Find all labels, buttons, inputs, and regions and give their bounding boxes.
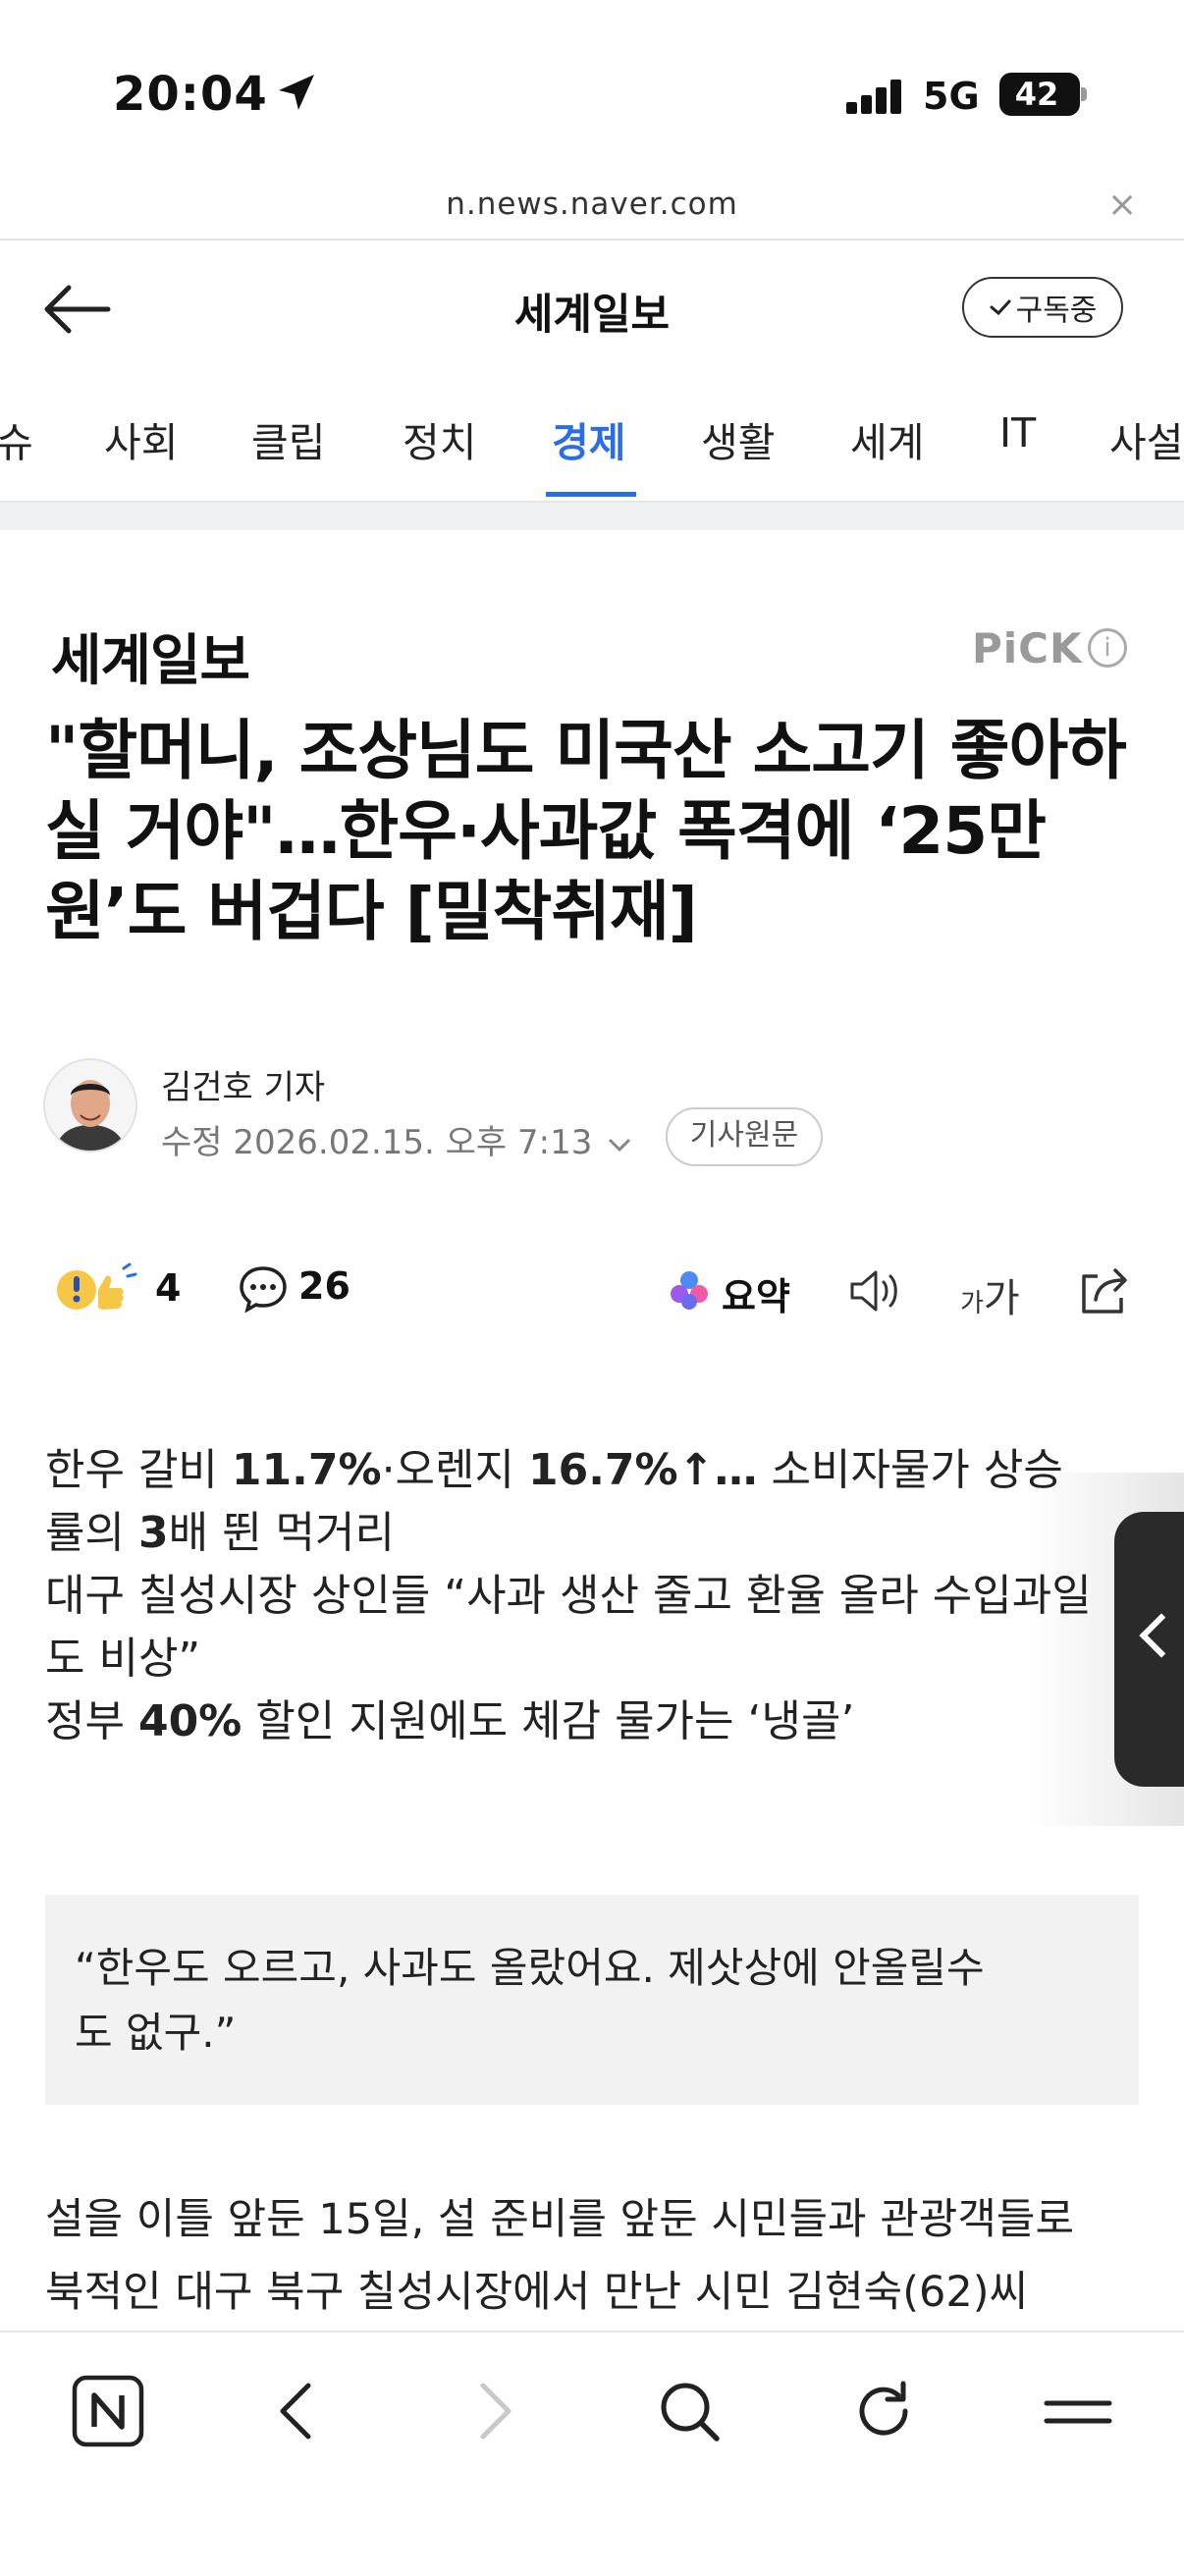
naver-home-icon[interactable] xyxy=(69,2372,147,2450)
original-article-button[interactable]: 기사원문 xyxy=(666,1107,823,1166)
tab-economy[interactable]: 경제 xyxy=(552,409,625,468)
reporter-avatar[interactable] xyxy=(43,1058,137,1153)
category-tabs: 슈 사회 클립 정치 경제 생활 세계 IT 사설 xyxy=(0,368,1184,506)
comment-count: 26 xyxy=(298,1264,350,1308)
chevron-down-icon xyxy=(609,1138,631,1153)
back-icon[interactable] xyxy=(259,2372,338,2450)
tab-it[interactable]: IT xyxy=(999,409,1036,456)
body-line: 설을 이틀 앞둔 15일, 설 준비를 앞둔 시민들과 관광객들로 xyxy=(45,2195,1075,2244)
summary-line: 도 비상” xyxy=(45,1634,201,1684)
forward-icon[interactable] xyxy=(454,2372,532,2450)
summary-button-label[interactable]: 요약 xyxy=(722,1266,790,1320)
subscribe-label: 구독중 xyxy=(1015,294,1098,328)
tab-life[interactable]: 생활 xyxy=(701,409,775,468)
article-body: 설을 이틀 앞둔 15일, 설 준비를 앞둔 시민들과 관광객들로 북적인 대구… xyxy=(45,2183,1164,2329)
quote-box: “한우도 오르고, 사과도 올랐어요. 제삿상에 안올릴수 도 없구.” xyxy=(45,1895,1139,2105)
side-panel-handle[interactable] xyxy=(1114,1512,1184,1787)
comment-icon[interactable] xyxy=(238,1264,289,1314)
tab-clip[interactable]: 클립 xyxy=(251,409,325,468)
status-time: 20:04 xyxy=(113,67,268,122)
modified-date-text: 수정 2026.02.15. 오후 7:13 xyxy=(161,1123,593,1162)
summary-line: 대구 칠성시장 상인들 “사과 생산 줄고 환율 올라 수입과일 xyxy=(45,1571,1092,1621)
close-icon[interactable]: × xyxy=(1107,185,1137,225)
check-icon xyxy=(990,299,1011,316)
menu-icon[interactable] xyxy=(1039,2372,1117,2450)
article-summary: 한우 갈비 11.7%·오렌지 16.7%↑… 소비자물가 상승 률의 3배 뛴… xyxy=(45,1439,1155,1753)
article-headline: "할머니, 조상님도 미국산 소고기 좋아하실 거야"…한우·사과값 폭격에 ‘… xyxy=(45,713,1127,949)
share-icon[interactable] xyxy=(1076,1262,1133,1317)
reaction-icon[interactable] xyxy=(55,1261,139,1319)
summary-line: 한우 갈비 11.7%·오렌지 16.7%↑… 소비자물가 상승 xyxy=(45,1445,1063,1495)
reaction-count: 4 xyxy=(155,1266,182,1310)
search-icon[interactable] xyxy=(650,2372,728,2450)
font-size-icon[interactable]: 가가 xyxy=(960,1266,1020,1323)
tab-world[interactable]: 세계 xyxy=(850,409,924,468)
pick-badge: PiCK xyxy=(972,624,1083,672)
reporter-photo xyxy=(45,1060,135,1151)
tab-society[interactable]: 사회 xyxy=(104,409,178,468)
url-display[interactable]: n.news.naver.com xyxy=(0,187,1184,222)
ai-summary-icon[interactable] xyxy=(668,1268,711,1312)
battery-level: 42 xyxy=(1014,76,1059,113)
tab-politics[interactable]: 정치 xyxy=(403,409,476,468)
press-logo[interactable]: 세계일보 xyxy=(51,617,250,696)
network-type: 5G xyxy=(923,75,980,118)
quote-text: “한우도 오르고, 사과도 올랐어요. 제삿상에 안올릴수 도 없구.” xyxy=(75,1944,985,2057)
modified-date[interactable]: 수정 2026.02.15. 오후 7:13 xyxy=(161,1115,632,1163)
active-tab-indicator xyxy=(546,492,636,497)
cellular-signal-icon xyxy=(846,79,905,114)
body-line: 북적인 대구 북구 칠성시장에서 만난 시민 김현숙(62)씨 xyxy=(45,2268,1029,2317)
bottom-toolbar xyxy=(0,2331,1184,2576)
info-icon[interactable]: i xyxy=(1088,628,1127,668)
location-arrow-icon xyxy=(279,75,314,110)
speaker-icon[interactable] xyxy=(846,1266,905,1315)
summary-line: 률의 3배 뛴 먹거리 xyxy=(45,1508,395,1558)
battery-icon: 42 xyxy=(999,73,1080,116)
font-size-small-glyph: 가 xyxy=(960,1289,984,1318)
summary-line: 정부 40% 할인 지원에도 체감 물가는 ‘냉골’ xyxy=(45,1696,855,1746)
refresh-icon[interactable] xyxy=(844,2372,923,2450)
tab-issue[interactable]: 슈 xyxy=(0,409,33,468)
battery-cap xyxy=(1081,87,1087,101)
section-separator xyxy=(0,503,1184,530)
reporter-name[interactable]: 김건호 기자 xyxy=(161,1060,325,1108)
font-size-large-glyph: 가 xyxy=(983,1276,1020,1321)
divider xyxy=(0,239,1184,241)
subscribe-button[interactable]: 구독중 xyxy=(962,277,1123,338)
tab-editorial[interactable]: 사설 xyxy=(1109,409,1183,468)
